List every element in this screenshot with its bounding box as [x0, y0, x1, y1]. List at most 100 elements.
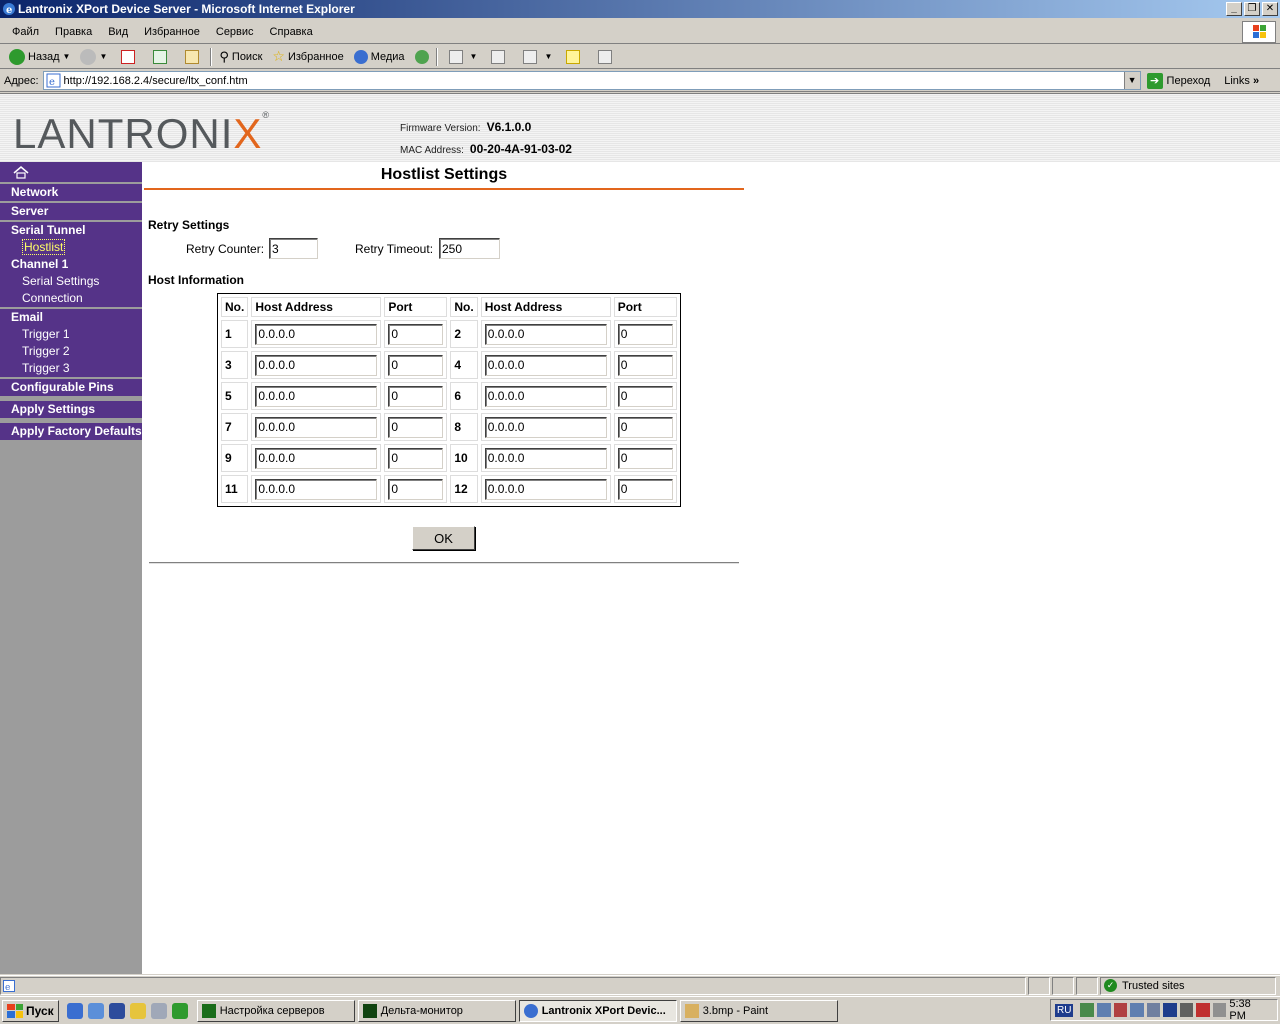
sidebar-item-trigger3[interactable]: Trigger 3 — [0, 360, 142, 377]
network-icon[interactable] — [1097, 1003, 1111, 1017]
mac-label: MAC Address: — [400, 145, 464, 156]
port-input[interactable] — [388, 478, 444, 500]
host-address-input[interactable] — [255, 478, 378, 500]
port-input[interactable] — [388, 323, 444, 345]
host-address-input[interactable] — [484, 354, 607, 376]
sidebar-item-connection[interactable]: Connection — [0, 290, 142, 307]
home-button[interactable] — [176, 46, 208, 68]
stop-button[interactable] — [112, 46, 144, 68]
favorites-button[interactable]: ☆ Избранное — [267, 46, 348, 68]
network-error-icon[interactable] — [1113, 1003, 1128, 1017]
taskbar-button-paint[interactable]: 3.bmp - Paint — [679, 999, 838, 1022]
address-dropdown-button[interactable]: ▼ — [1123, 72, 1140, 89]
mail-button[interactable]: ▼ — [440, 46, 483, 68]
language-indicator[interactable]: RU — [1055, 1003, 1074, 1017]
windows-logo-icon — [1242, 21, 1276, 43]
go-button[interactable]: ➔ Переход — [1146, 72, 1210, 89]
menu-tools[interactable]: Сервис — [208, 26, 262, 38]
start-button[interactable]: Пуск — [2, 999, 59, 1022]
sidebar-item-serial-tunnel[interactable]: Serial Tunnel — [0, 220, 142, 239]
menu-edit[interactable]: Правка — [47, 26, 100, 38]
sidebar-item-serial-settings[interactable]: Serial Settings — [0, 273, 142, 290]
network-icon[interactable] — [1130, 1003, 1144, 1017]
history-button[interactable] — [410, 46, 434, 68]
quicklaunch-search-icon[interactable] — [129, 1002, 146, 1019]
port-input[interactable] — [388, 385, 444, 407]
sidebar-item-hostlist[interactable]: Hostlist — [0, 239, 142, 256]
menu-view[interactable]: Вид — [100, 26, 136, 38]
toolbar: Назад ▼ ▼ ⚲ Поиск ☆ Избранное Медиа ▼ ▼ — [0, 45, 1280, 69]
quicklaunch-app-icon[interactable] — [171, 1002, 188, 1019]
sidebar-item-trigger2[interactable]: Trigger 2 — [0, 343, 142, 360]
retry-timeout-input[interactable] — [439, 238, 500, 259]
close-button[interactable]: ✕ — [1262, 2, 1278, 16]
back-button[interactable]: Назад ▼ — [4, 46, 75, 68]
sidebar-home[interactable] — [0, 162, 142, 182]
minimize-button[interactable]: _ — [1226, 2, 1242, 16]
host-address-input[interactable] — [484, 447, 607, 469]
port-input[interactable] — [617, 385, 673, 407]
host-address-input[interactable] — [484, 385, 607, 407]
taskbar-button-servers[interactable]: Настройка серверов — [196, 999, 355, 1022]
sidebar-item-channel1[interactable]: Channel 1 — [0, 256, 142, 273]
host-address-input[interactable] — [255, 323, 378, 345]
play-icon[interactable] — [1163, 1003, 1177, 1017]
quicklaunch-browser-icon[interactable] — [87, 1002, 104, 1019]
port-input[interactable] — [617, 447, 673, 469]
media-button[interactable]: Медиа — [349, 46, 410, 68]
chevron-down-icon: ▼ — [99, 52, 108, 61]
address-input[interactable]: e http://192.168.2.4/secure/ltx_conf.htm… — [42, 71, 1141, 90]
home-icon — [185, 49, 200, 64]
menu-help[interactable]: Справка — [262, 26, 321, 38]
sidebar-item-network[interactable]: Network — [0, 182, 142, 201]
menu-file[interactable]: Файл — [4, 26, 47, 38]
port-input[interactable] — [617, 478, 673, 500]
screen-icon[interactable] — [1179, 1003, 1194, 1017]
messenger-button[interactable] — [589, 46, 621, 68]
sidebar-item-email[interactable]: Email — [0, 307, 142, 326]
host-address-input[interactable] — [255, 354, 378, 376]
host-address-input[interactable] — [255, 447, 378, 469]
window-title-bar[interactable]: e Lantronix XPort Device Server - Micros… — [0, 0, 1280, 18]
quicklaunch-calc-icon[interactable] — [150, 1002, 167, 1019]
edit-button[interactable]: ▼ — [514, 46, 557, 68]
disconnect-icon[interactable] — [1196, 1003, 1210, 1017]
retry-counter-input[interactable] — [269, 238, 318, 259]
host-address-input[interactable] — [484, 416, 607, 438]
page-viewport[interactable]: LANTRONIX® Firmware Version: V6.1.0.0 MAC… — [0, 93, 1280, 974]
sidebar-item-trigger1[interactable]: Trigger 1 — [0, 326, 142, 343]
quicklaunch-ie-icon[interactable] — [66, 1002, 83, 1019]
ok-button[interactable]: OK — [412, 526, 475, 550]
discuss-button[interactable] — [557, 46, 589, 68]
host-information-heading: Host Information — [148, 273, 244, 287]
monitor-icon[interactable] — [1146, 1003, 1161, 1017]
search-button[interactable]: ⚲ Поиск — [214, 46, 267, 68]
port-input[interactable] — [617, 354, 673, 376]
sidebar-item-apply-settings[interactable]: Apply Settings — [0, 399, 142, 418]
port-input[interactable] — [617, 323, 673, 345]
quicklaunch-disk-icon[interactable] — [108, 1002, 125, 1019]
restore-button[interactable]: ❐ — [1244, 2, 1260, 16]
sidebar-item-server[interactable]: Server — [0, 201, 142, 220]
volume-icon[interactable] — [1212, 1003, 1227, 1017]
host-address-input[interactable] — [255, 416, 378, 438]
port-cell — [613, 382, 677, 410]
host-address-input[interactable] — [484, 323, 607, 345]
host-address-input[interactable] — [255, 385, 378, 407]
host-address-input[interactable] — [484, 478, 607, 500]
port-input[interactable] — [388, 354, 444, 376]
port-input[interactable] — [617, 416, 673, 438]
links-button[interactable]: Links » — [1224, 75, 1259, 87]
forward-button[interactable]: ▼ — [75, 46, 112, 68]
security-zone[interactable]: ✓ Trusted sites — [1100, 976, 1276, 995]
port-input[interactable] — [388, 416, 444, 438]
sidebar-item-configurable-pins[interactable]: Configurable Pins — [0, 377, 142, 396]
sidebar-item-apply-factory-defaults[interactable]: Apply Factory Defaults — [0, 421, 142, 440]
print-button[interactable] — [482, 46, 514, 68]
taskbar-button-lantronix[interactable]: Lantronix XPort Devic... — [518, 999, 677, 1022]
refresh-button[interactable] — [144, 46, 176, 68]
menu-favorites[interactable]: Избранное — [136, 26, 208, 38]
port-input[interactable] — [388, 447, 444, 469]
network-icon[interactable] — [1080, 1003, 1094, 1017]
taskbar-button-monitor[interactable]: Дельта-монитор — [357, 999, 516, 1022]
